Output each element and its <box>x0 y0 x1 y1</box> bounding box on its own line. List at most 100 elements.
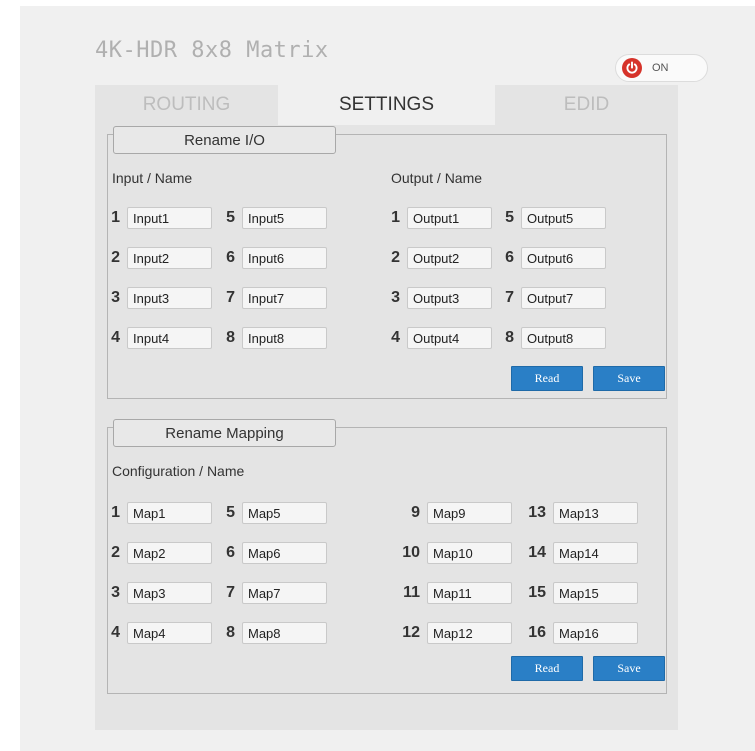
map-number: 7 <box>226 584 235 601</box>
tab-edid[interactable]: EDID <box>495 85 678 125</box>
map-name-field-14[interactable] <box>553 542 638 564</box>
map-name-field-2[interactable] <box>127 542 212 564</box>
input-name-field-7[interactable] <box>242 287 327 309</box>
map-number: 1 <box>111 504 120 521</box>
map-slot-9: 9 <box>391 502 512 524</box>
output-name-field-2[interactable] <box>407 247 492 269</box>
output-slot-8: 8 <box>500 327 606 349</box>
map-number: 11 <box>403 584 420 601</box>
output-slot-7: 7 <box>500 287 606 309</box>
map-slot-2: 2 <box>108 542 212 564</box>
map-name-field-16[interactable] <box>553 622 638 644</box>
map-number: 9 <box>411 504 420 521</box>
map-name-field-12[interactable] <box>427 622 512 644</box>
power-icon <box>622 58 642 78</box>
rename-mapping-group: Rename Mapping Configuration / Name 1 2 … <box>107 419 667 694</box>
output-name-field-1[interactable] <box>407 207 492 229</box>
map-slot-3: 3 <box>108 582 212 604</box>
map-number: 3 <box>111 584 120 601</box>
input-slot-1: 1 <box>108 207 212 229</box>
input-number: 3 <box>111 289 120 306</box>
input-heading: Input / Name <box>112 170 193 186</box>
map-name-field-5[interactable] <box>242 502 327 524</box>
input-slot-4: 4 <box>108 327 212 349</box>
input-number: 2 <box>111 249 120 266</box>
map-name-field-7[interactable] <box>242 582 327 604</box>
tab-bar: ROUTING SETTINGS EDID <box>95 85 678 125</box>
map-name-field-8[interactable] <box>242 622 327 644</box>
output-name-field-6[interactable] <box>521 247 606 269</box>
output-name-field-5[interactable] <box>521 207 606 229</box>
map-number: 4 <box>111 624 120 641</box>
map-name-field-1[interactable] <box>127 502 212 524</box>
power-label: ON <box>652 62 669 74</box>
output-slot-1: 1 <box>388 207 492 229</box>
output-slot-5: 5 <box>500 207 606 229</box>
input-number: 1 <box>111 209 120 226</box>
rename-mapping-title: Rename Mapping <box>113 419 336 447</box>
rename-mapping-save-button[interactable]: Save <box>593 656 665 681</box>
input-name-field-4[interactable] <box>127 327 212 349</box>
rename-io-save-button[interactable]: Save <box>593 366 665 391</box>
input-name-field-2[interactable] <box>127 247 212 269</box>
output-name-field-3[interactable] <box>407 287 492 309</box>
map-name-field-13[interactable] <box>553 502 638 524</box>
map-name-field-3[interactable] <box>127 582 212 604</box>
map-slot-16: 16 <box>517 622 638 644</box>
output-slot-3: 3 <box>388 287 492 309</box>
map-number: 5 <box>226 504 235 521</box>
map-slot-8: 8 <box>221 622 327 644</box>
output-name-field-8[interactable] <box>521 327 606 349</box>
input-name-field-1[interactable] <box>127 207 212 229</box>
map-name-field-15[interactable] <box>553 582 638 604</box>
input-slot-7: 7 <box>221 287 327 309</box>
input-name-field-8[interactable] <box>242 327 327 349</box>
map-slot-13: 13 <box>517 502 638 524</box>
map-number: 10 <box>402 544 420 561</box>
input-number: 4 <box>111 329 120 346</box>
map-number: 13 <box>528 504 546 521</box>
map-number: 12 <box>402 624 420 641</box>
tab-settings[interactable]: SETTINGS <box>295 85 478 125</box>
rename-io-title: Rename I/O <box>113 126 336 154</box>
input-number: 5 <box>226 209 235 226</box>
tab-routing[interactable]: ROUTING <box>95 85 278 125</box>
input-name-field-6[interactable] <box>242 247 327 269</box>
output-number: 8 <box>505 329 514 346</box>
input-name-field-3[interactable] <box>127 287 212 309</box>
map-slot-10: 10 <box>391 542 512 564</box>
output-number: 1 <box>391 209 400 226</box>
map-number: 15 <box>528 584 546 601</box>
input-name-field-5[interactable] <box>242 207 327 229</box>
output-name-field-4[interactable] <box>407 327 492 349</box>
map-name-field-6[interactable] <box>242 542 327 564</box>
output-name-field-7[interactable] <box>521 287 606 309</box>
map-name-field-9[interactable] <box>427 502 512 524</box>
map-number: 8 <box>226 624 235 641</box>
map-slot-15: 15 <box>517 582 638 604</box>
app-title: 4K-HDR 8x8 Matrix <box>95 38 329 63</box>
input-slot-8: 8 <box>221 327 327 349</box>
output-number: 3 <box>391 289 400 306</box>
map-slot-7: 7 <box>221 582 327 604</box>
power-toggle[interactable]: ON <box>615 54 708 82</box>
map-name-field-11[interactable] <box>427 582 512 604</box>
input-slot-6: 6 <box>221 247 327 269</box>
output-slot-6: 6 <box>500 247 606 269</box>
input-slot-2: 2 <box>108 247 212 269</box>
map-slot-14: 14 <box>517 542 638 564</box>
output-number: 7 <box>505 289 514 306</box>
output-slot-2: 2 <box>388 247 492 269</box>
map-number: 2 <box>111 544 120 561</box>
map-name-field-10[interactable] <box>427 542 512 564</box>
input-number: 7 <box>226 289 235 306</box>
output-number: 6 <box>505 249 514 266</box>
output-number: 5 <box>505 209 514 226</box>
rename-io-read-button[interactable]: Read <box>511 366 583 391</box>
map-slot-1: 1 <box>108 502 212 524</box>
map-slot-4: 4 <box>108 622 212 644</box>
rename-mapping-read-button[interactable]: Read <box>511 656 583 681</box>
output-number: 4 <box>391 329 400 346</box>
map-number: 6 <box>226 544 235 561</box>
map-name-field-4[interactable] <box>127 622 212 644</box>
